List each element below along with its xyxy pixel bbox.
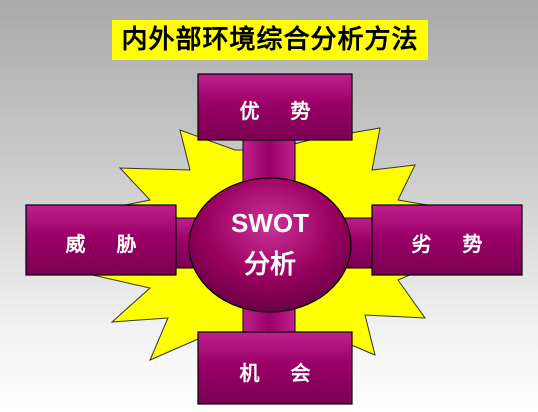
swot-diagram	[25, 73, 523, 405]
analysis-label: 分析	[243, 250, 296, 280]
swot-title: SWOT	[231, 208, 309, 238]
threats-label: 威 胁	[65, 232, 149, 256]
weaknesses-label: 劣 势	[411, 232, 495, 256]
opportunities-label: 机 会	[239, 361, 323, 385]
strengths-label: 优 势	[239, 99, 323, 123]
